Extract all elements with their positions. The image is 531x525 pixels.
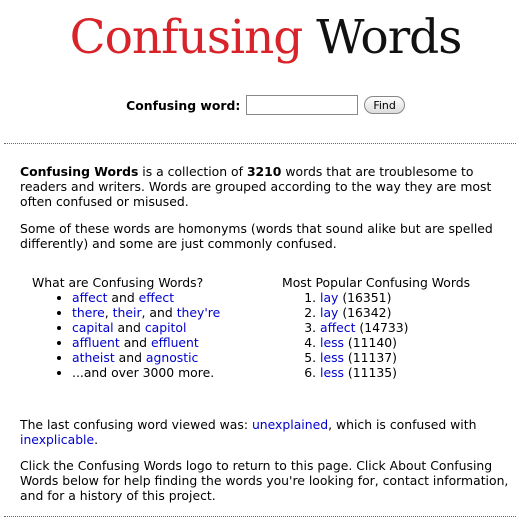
word-link[interactable]: less [320, 365, 344, 380]
view-count: (11140) [343, 335, 398, 350]
popular-title: Most Popular Confusing Words [282, 275, 471, 290]
word-link[interactable]: atheist [72, 350, 115, 365]
popular-section: Most Popular Confusing Words lay (16351)… [282, 275, 522, 380]
popular-item: less (11140) [320, 335, 522, 350]
word-link[interactable]: effect [139, 290, 174, 305]
view-count: (11135) [343, 365, 398, 380]
separator: , [104, 305, 113, 320]
word-link[interactable]: affluent [72, 335, 120, 350]
separator: and [107, 290, 139, 305]
list-item: affect and effect [72, 290, 272, 305]
list-item-more: ...and over 3000 more. [72, 365, 272, 380]
word-link[interactable]: affect [72, 290, 107, 305]
word-link[interactable]: lay [320, 305, 338, 320]
separator: and [114, 350, 146, 365]
word-link[interactable]: capitol [145, 320, 187, 335]
last-viewed-link[interactable]: unexplained [252, 417, 328, 432]
word-link[interactable]: less [320, 350, 344, 365]
word-link[interactable]: agnostic [146, 350, 198, 365]
search-label: Confusing word: [126, 97, 241, 113]
intro-text: is a collection of [138, 164, 247, 179]
divider-bottom [4, 516, 516, 517]
word-link[interactable]: they're [177, 305, 221, 320]
popular-item: lay (16342) [320, 305, 522, 320]
intro-paragraph: Confusing Words is a collection of 3210 … [20, 164, 520, 209]
popular-item: affect (14733) [320, 320, 522, 335]
last-viewed-paragraph: The last confusing word viewed was: unex… [20, 417, 510, 447]
view-count: (16351) [338, 290, 392, 305]
view-count: (16342) [338, 305, 392, 320]
separator: , and [141, 305, 177, 320]
logo-part-confusing: Confusing [69, 10, 304, 65]
logo-part-words: Words [316, 10, 462, 65]
what-are-section: What are Confusing Words? affect and eff… [32, 275, 272, 380]
word-count: 3210 [246, 164, 282, 179]
intro-brand: Confusing Words [20, 164, 139, 179]
homonym-paragraph: Some of these words are homonyms (words … [20, 221, 493, 251]
word-link[interactable]: lay [320, 290, 338, 305]
list-item: atheist and agnostic [72, 350, 272, 365]
word-link[interactable]: affect [320, 320, 355, 335]
view-count: (14733) [355, 320, 409, 335]
last-viewed-prefix: The last confusing word viewed was: [20, 417, 252, 432]
separator: and [119, 335, 151, 350]
popular-list: lay (16351) lay (16342) affect (14733) l… [282, 290, 522, 380]
help-paragraph: Click the Confusing Words logo to return… [20, 458, 509, 503]
word-link[interactable]: less [320, 335, 344, 350]
find-button[interactable]: Find [364, 96, 405, 114]
list-item: affluent and effluent [72, 335, 272, 350]
list-item: there, their, and they're [72, 305, 272, 320]
word-link[interactable]: their [113, 305, 142, 320]
popular-item: less (11135) [320, 365, 522, 380]
popular-item: less (11137) [320, 350, 522, 365]
search-bar: Confusing word: Find [0, 95, 531, 115]
search-input[interactable] [246, 95, 359, 115]
word-link[interactable]: there [72, 305, 105, 320]
word-link[interactable]: effluent [151, 335, 199, 350]
logo[interactable]: Confusing Words [0, 8, 531, 68]
separator: and [113, 320, 145, 335]
last-viewed-suffix: . [94, 432, 99, 447]
view-count: (11137) [343, 350, 398, 365]
example-list: affect and effect there, their, and they… [32, 290, 272, 380]
popular-item: lay (16351) [320, 290, 522, 305]
list-item: capital and capitol [72, 320, 272, 335]
divider-top [4, 143, 516, 144]
page: Confusing Words Confusing word: Find Con… [0, 0, 531, 525]
last-viewed-middle: , which is confused with [328, 417, 477, 432]
word-link[interactable]: capital [72, 320, 114, 335]
what-are-title: What are Confusing Words? [32, 275, 204, 290]
confused-with-link[interactable]: inexplicable [20, 432, 94, 447]
